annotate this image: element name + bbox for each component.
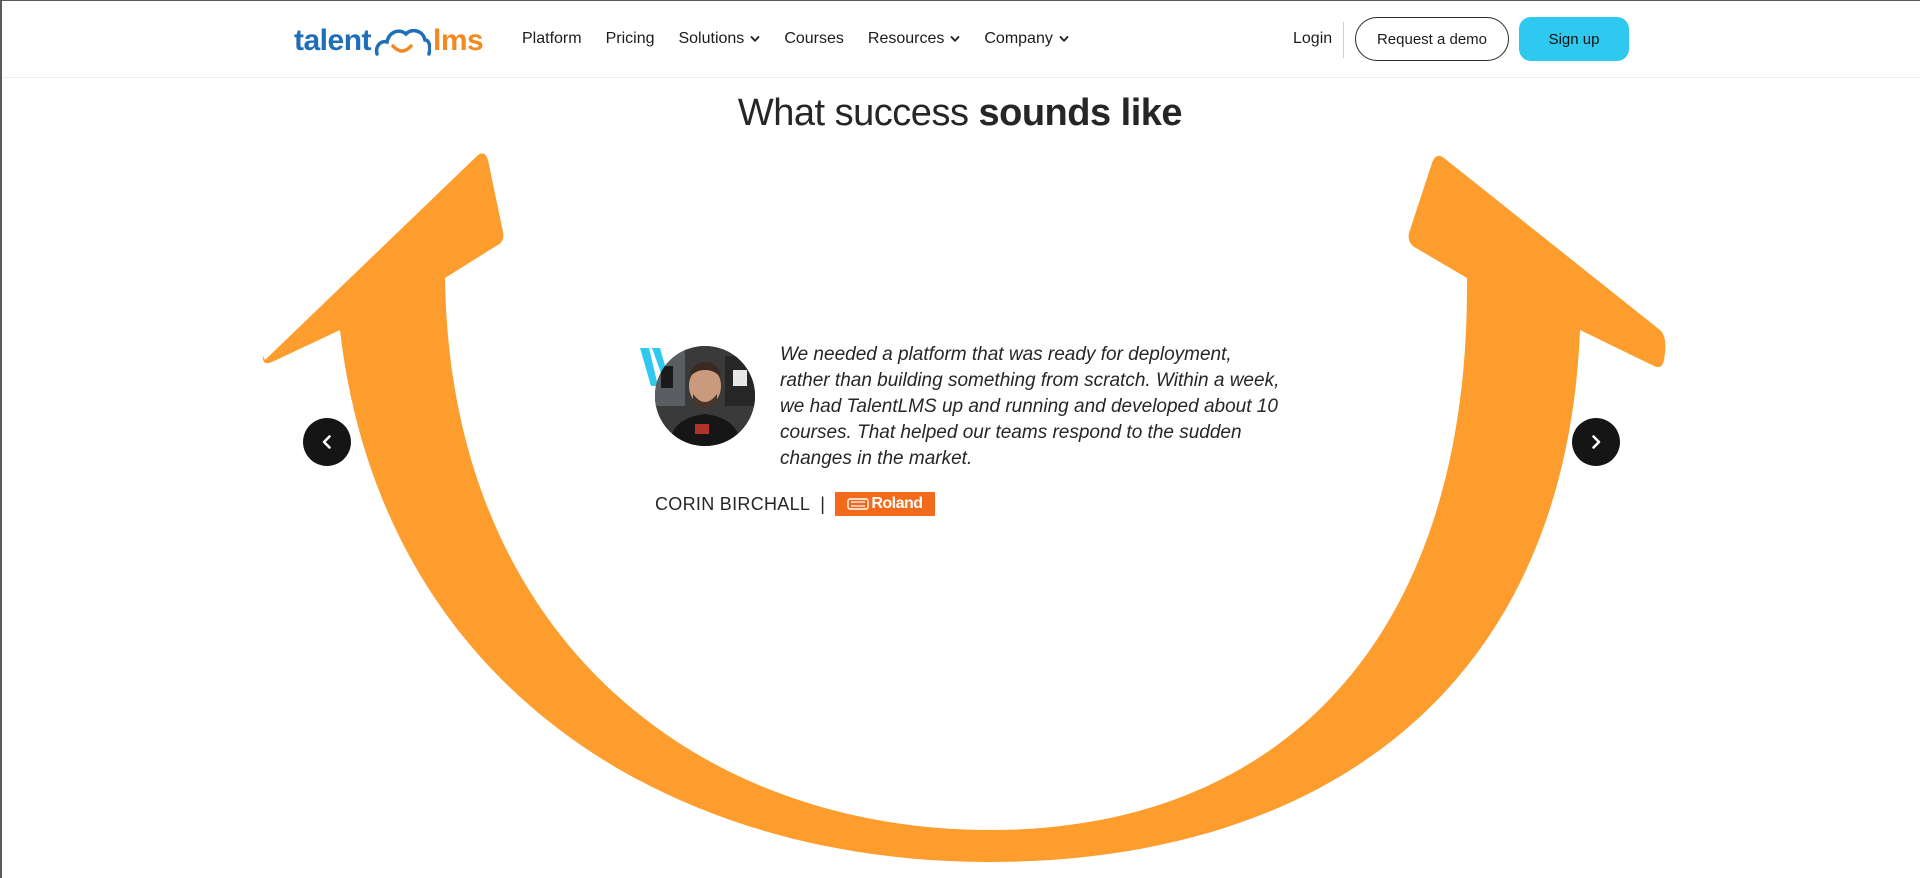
testimonial-quote: We needed a platform that was ready for … [780, 344, 1280, 469]
section-title: What success sounds like [0, 92, 1920, 135]
nav-item-company[interactable]: Company [984, 24, 1069, 54]
talentlms-logo[interactable]: talent lms [294, 18, 484, 58]
chevron-right-icon [1592, 435, 1601, 449]
avatar [655, 346, 755, 446]
roland-emblem-icon [847, 498, 870, 510]
chevron-down-icon [950, 36, 960, 42]
request-demo-button[interactable]: Request a demo [1355, 17, 1509, 61]
logo-lms-text: lms [433, 24, 484, 57]
author-separator: | [820, 493, 825, 514]
nav-item-platform[interactable]: Platform [522, 24, 582, 54]
logo-talent-text: talent [294, 24, 372, 57]
chevron-left-icon [322, 435, 331, 449]
company-logo-badge: Roland [834, 492, 935, 516]
carousel-next-button[interactable] [1572, 418, 1620, 466]
chevron-down-icon [750, 36, 760, 42]
carousel-prev-button[interactable] [303, 418, 351, 466]
nav-item-resources[interactable]: Resources [868, 24, 960, 54]
testimonial-card: We needed a platform that was ready for … [640, 340, 1280, 530]
site-header: talent lms Platform Pricing Solutions Co… [0, 0, 1920, 78]
header-divider [1343, 22, 1344, 58]
section-title-bold: sounds like [978, 92, 1183, 134]
section-title-regular: What success [737, 92, 979, 134]
nav-item-pricing[interactable]: Pricing [606, 24, 655, 54]
nav-item-solutions[interactable]: Solutions [678, 24, 760, 54]
cloud-smile-icon [374, 28, 432, 56]
main-nav: Platform Pricing Solutions Courses Resou… [522, 24, 1093, 54]
nav-item-courses[interactable]: Courses [784, 24, 844, 54]
avatar-photo [655, 346, 755, 446]
chevron-down-icon [1059, 36, 1069, 42]
login-link[interactable]: Login [1293, 30, 1332, 48]
signup-button[interactable]: Sign up [1519, 17, 1629, 61]
author-name: CORIN BIRCHALL [655, 493, 811, 514]
testimonial-author-row: CORIN BIRCHALL | Roland [655, 492, 935, 516]
company-name: Roland [871, 495, 923, 512]
